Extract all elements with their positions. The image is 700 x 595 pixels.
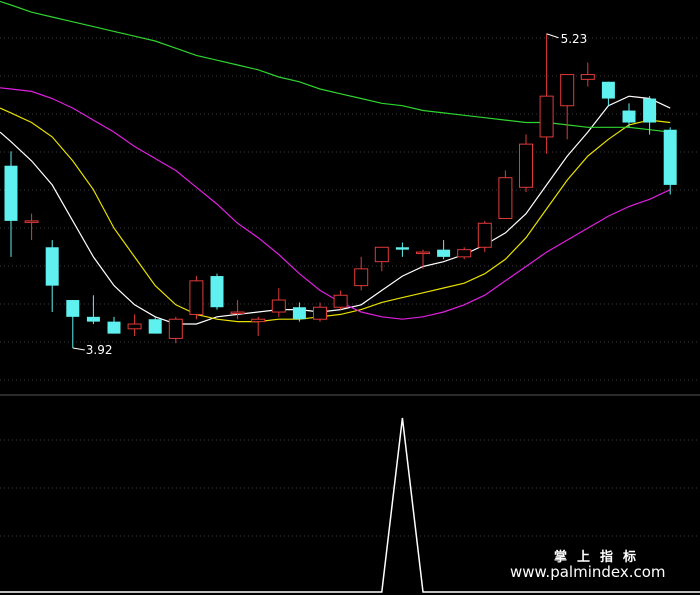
candle xyxy=(437,240,451,260)
candle xyxy=(663,127,677,195)
candle-body xyxy=(168,318,183,339)
candle-body xyxy=(663,129,677,185)
candle-body xyxy=(251,318,266,323)
candle xyxy=(4,151,18,257)
candle xyxy=(601,81,615,106)
candle xyxy=(86,295,100,325)
low-price-label: 3.92 xyxy=(86,343,113,357)
candle xyxy=(313,302,327,322)
candle-body xyxy=(45,247,59,286)
high-annotation: 5.23 xyxy=(546,32,588,46)
candle xyxy=(251,316,266,337)
stock-chart: 5.23 3.92 掌上指标 www.palmindex.com xyxy=(0,0,700,593)
candle-body xyxy=(643,98,657,123)
candle-body xyxy=(580,74,595,80)
candle-body xyxy=(292,307,306,320)
candle xyxy=(354,256,369,291)
candle xyxy=(395,242,409,257)
candle-body xyxy=(560,74,575,107)
candle-body xyxy=(189,280,204,315)
candle-body xyxy=(601,81,615,99)
candle-body xyxy=(354,268,369,287)
candle-body xyxy=(333,294,348,308)
candle-body xyxy=(457,249,472,258)
candle xyxy=(168,316,183,344)
candle xyxy=(374,246,389,272)
candle-body xyxy=(24,220,39,223)
candle-body xyxy=(437,249,451,257)
moving-average-layer xyxy=(0,0,671,325)
candle-body xyxy=(498,177,513,219)
candle xyxy=(45,240,59,313)
candle-body xyxy=(416,251,430,255)
candle xyxy=(210,273,224,310)
candlestick-layer xyxy=(4,33,677,349)
low-annotation: 3.92 xyxy=(72,343,113,357)
candle-body xyxy=(127,323,142,330)
candle-body xyxy=(148,319,162,334)
candle-body xyxy=(622,110,636,123)
grid-layer xyxy=(0,37,700,537)
ma-line-ma_longest xyxy=(0,0,671,133)
candle xyxy=(519,134,533,193)
ma-line-ma_mid xyxy=(0,107,671,323)
ma-line-ma_short xyxy=(0,95,671,325)
high-arrow xyxy=(546,33,559,39)
candle-body xyxy=(395,247,409,250)
candle xyxy=(66,300,80,349)
candle xyxy=(127,314,142,337)
candle xyxy=(292,302,306,322)
candle xyxy=(477,220,492,253)
watermark-url: www.palmindex.com xyxy=(510,563,666,581)
candle xyxy=(189,276,204,320)
watermark: 掌上指标 www.palmindex.com xyxy=(510,549,666,581)
candle xyxy=(230,300,245,320)
candle-body xyxy=(4,165,18,221)
candle xyxy=(148,316,162,334)
candle-body xyxy=(66,300,80,317)
candle-body xyxy=(230,311,245,315)
high-price-label: 5.23 xyxy=(561,32,588,46)
candle xyxy=(107,316,121,334)
candle xyxy=(539,33,554,154)
candle-body xyxy=(539,95,554,138)
candle xyxy=(580,62,595,87)
candle xyxy=(271,288,286,317)
candle xyxy=(498,170,513,219)
candle-body xyxy=(374,246,389,263)
candle xyxy=(24,213,39,241)
candle-body xyxy=(477,222,492,248)
candle-body xyxy=(271,299,286,313)
candle-body xyxy=(107,321,121,334)
candle xyxy=(457,247,472,260)
candle xyxy=(333,290,348,310)
candle-body xyxy=(210,276,224,308)
candle xyxy=(560,74,575,140)
candle-body xyxy=(519,143,533,188)
candle-body xyxy=(313,306,327,320)
candle-body xyxy=(86,316,100,322)
low-arrow xyxy=(72,347,85,351)
